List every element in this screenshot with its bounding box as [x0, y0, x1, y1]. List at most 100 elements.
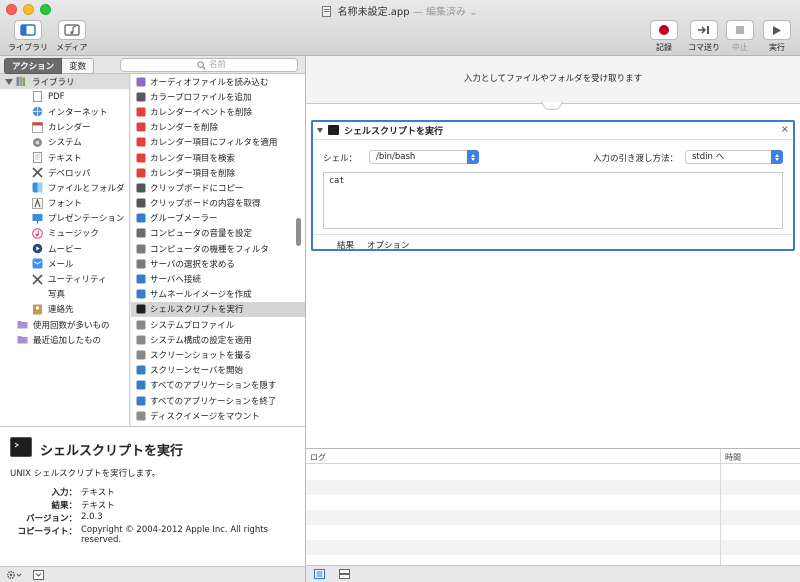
log-column-header[interactable]: ログ	[310, 452, 326, 463]
action-item-label: カレンダーを削除	[150, 123, 219, 134]
stop-control[interactable]	[726, 20, 754, 40]
shell-script-action[interactable]: シェルスクリプトを実行 × シェル： /bin/bash 入力の引き渡し方法： …	[311, 120, 795, 251]
results-tab[interactable]: 結果	[337, 239, 354, 251]
library-item-music[interactable]: ミュージック	[0, 226, 129, 241]
search-input[interactable]: 名前	[120, 58, 298, 72]
action-item[interactable]: サーバへ接続	[131, 271, 305, 286]
globe-icon	[32, 107, 43, 117]
disclosure-triangle-icon[interactable]	[5, 78, 13, 85]
action-icon	[136, 122, 146, 132]
library-item-files-folders[interactable]: ファイルとフォルダ	[0, 180, 129, 195]
library-item-mail[interactable]: メール	[0, 256, 129, 271]
pass-input-select[interactable]: stdin へ	[685, 150, 783, 164]
tools-icon	[32, 167, 43, 178]
library-icon	[16, 76, 25, 87]
action-item[interactable]: システムプロファイル	[131, 317, 305, 332]
library-toggle[interactable]	[14, 20, 42, 40]
action-item[interactable]: スクリーンセーバを開始	[131, 363, 305, 378]
step-button[interactable]: コマ送り	[688, 20, 720, 53]
action-icon	[136, 365, 146, 375]
library-item-developer[interactable]: デベロッパ	[0, 165, 129, 180]
record-button[interactable]: 記録	[650, 20, 678, 53]
library-item-utilities[interactable]: ユーティリティ	[0, 271, 129, 286]
library-root[interactable]: ライブラリ	[0, 74, 129, 90]
actions-scrollbar[interactable]	[296, 218, 301, 246]
action-item[interactable]: すべてのアプリケーションを隠す	[131, 378, 305, 393]
description-toggle-icon[interactable]	[33, 570, 44, 580]
log-column-divider	[720, 449, 721, 565]
action-item[interactable]: カレンダー項目を検索	[131, 150, 305, 165]
gear-icon[interactable]	[6, 570, 24, 580]
library-item-text[interactable]: テキスト	[0, 150, 129, 165]
play-icon	[773, 25, 781, 35]
photos-icon	[32, 289, 43, 300]
action-item[interactable]: カラープロファイルを追加	[131, 89, 305, 104]
media-toggle[interactable]	[57, 20, 86, 40]
workflow-area: 入力としてファイルやフォルダを受け取ります シェルスクリプトを実行 × シェル：…	[306, 56, 800, 448]
library-smart-recent[interactable]: 最近追加したもの	[0, 332, 129, 347]
action-item[interactable]: コンピュータの機種をフィルタ	[131, 241, 305, 256]
chevron-down-icon[interactable]: ⌄	[469, 7, 477, 18]
library-item-photos[interactable]: 写真	[0, 287, 129, 302]
run-control[interactable]	[763, 20, 791, 40]
collapse-triangle-icon[interactable]	[317, 127, 323, 133]
library-label: ライブラリ	[8, 43, 48, 52]
library-item-system[interactable]: システム	[0, 135, 129, 150]
action-item[interactable]: ディスクイメージをマウント	[131, 408, 305, 423]
library-button[interactable]: ライブラリ	[8, 20, 48, 53]
action-item[interactable]: カレンダーイベントを削除	[131, 104, 305, 119]
action-item-label: カレンダー項目を削除	[150, 168, 236, 179]
action-item[interactable]: シェルスクリプトを実行	[131, 301, 305, 317]
shell-select[interactable]: /bin/bash	[369, 150, 479, 164]
action-item[interactable]: グループメーラー	[131, 211, 305, 226]
script-editor[interactable]: cat	[323, 172, 783, 229]
library-item-presentations[interactable]: プレゼンテーション	[0, 211, 129, 226]
pdf-icon	[33, 91, 42, 103]
action-item[interactable]: クリップボードにコピー	[131, 180, 305, 195]
action-item[interactable]: カレンダー項目を削除	[131, 165, 305, 180]
library-item-movies[interactable]: ムービー	[0, 241, 129, 256]
action-item[interactable]: サムネールイメージを作成	[131, 287, 305, 302]
tab-actions[interactable]: アクション	[4, 58, 63, 74]
action-item[interactable]: スクリーンショットを撮る	[131, 347, 305, 362]
document-icon	[322, 6, 332, 17]
options-tab[interactable]: オプション	[367, 239, 410, 251]
action-item[interactable]: カレンダーを削除	[131, 120, 305, 135]
workflow-footer	[306, 565, 800, 582]
library-smart-most-used[interactable]: 使用回数が多いもの	[0, 317, 129, 332]
library-item-fonts[interactable]: フォント	[0, 196, 129, 211]
record-control[interactable]	[650, 20, 678, 40]
library-item-pdf[interactable]: PDF	[0, 89, 129, 104]
action-item[interactable]: すべてのアプリケーションを終了	[131, 393, 305, 408]
split-view-icon[interactable]	[339, 569, 350, 579]
pass-input-label: 入力の引き渡し方法：	[593, 154, 679, 164]
step-label: コマ送り	[688, 43, 720, 52]
run-button[interactable]: 実行	[763, 20, 791, 53]
window-subtitle[interactable]: — 編集済み	[413, 7, 466, 18]
media-icon	[64, 24, 80, 36]
stop-button[interactable]: 中止	[726, 20, 754, 53]
action-item[interactable]: カレンダー項目にフィルタを適用	[131, 135, 305, 150]
library-item-contacts[interactable]: 連絡先	[0, 302, 129, 317]
action-item[interactable]: クリップボードの内容を取得	[131, 196, 305, 211]
action-item[interactable]: オーディオファイルを読み込む	[131, 74, 305, 89]
close-icon[interactable]: ×	[781, 124, 789, 135]
tab-variables[interactable]: 変数	[62, 58, 95, 74]
action-item[interactable]: システム構成の設定を適用	[131, 332, 305, 347]
list-view-icon[interactable]	[314, 569, 325, 579]
description-text: UNIX シェルスクリプトを実行します。	[10, 469, 161, 479]
action-item[interactable]: コンピュータの音量を設定	[131, 226, 305, 241]
library-item-calendar[interactable]: カレンダー	[0, 120, 129, 135]
media-button[interactable]: メディア	[56, 20, 87, 53]
action-item-label: カラープロファイルを追加	[150, 92, 252, 103]
step-control[interactable]	[690, 20, 718, 40]
action-item-label: コンピュータの音量を設定	[150, 229, 253, 240]
action-card-header: シェルスクリプトを実行	[313, 122, 793, 138]
action-item-label: カレンダー項目にフィルタを適用	[150, 138, 278, 149]
library-item-internet[interactable]: インターネット	[0, 104, 129, 119]
action-item[interactable]: サーバの選択を求める	[131, 256, 305, 271]
log-area: ログ 時間	[306, 449, 800, 565]
smart-folder-icon	[17, 321, 28, 329]
music-icon	[32, 228, 43, 239]
time-column-header[interactable]: 時間	[725, 452, 741, 463]
